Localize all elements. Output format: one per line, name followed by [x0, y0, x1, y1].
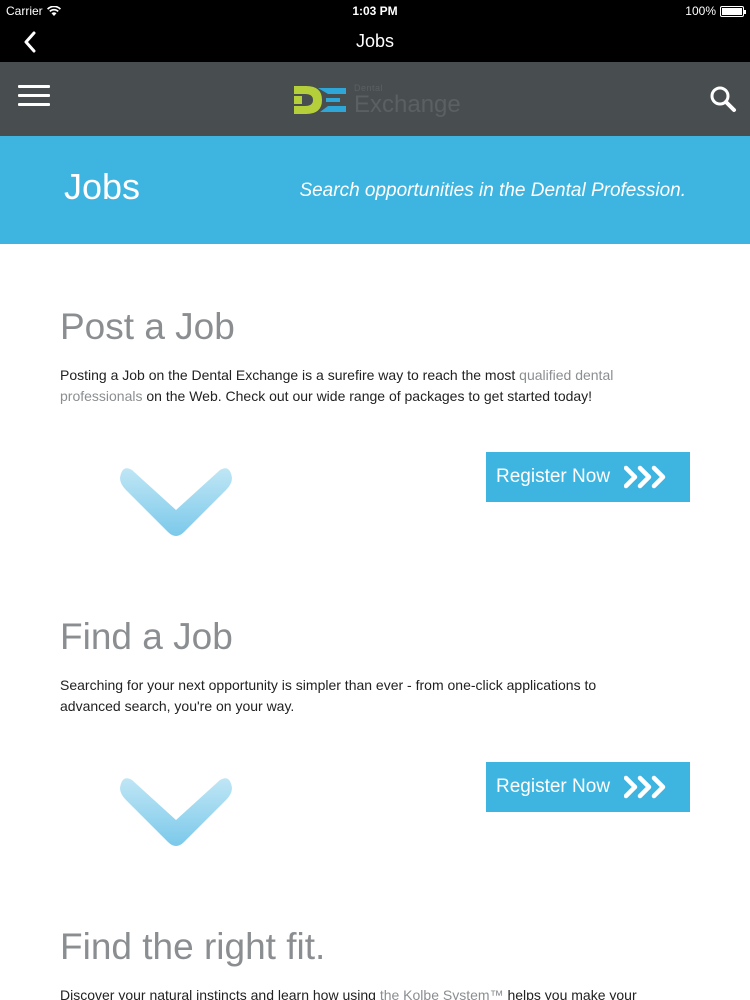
- register-button-label: Register Now: [496, 776, 611, 797]
- dental-exchange-logo[interactable]: Dental Exchange: [292, 78, 461, 122]
- hero-tagline: Search opportunities in the Dental Profe…: [299, 180, 686, 201]
- triple-chevron-right-icon: [624, 775, 666, 799]
- post-job-title: Post a Job: [60, 306, 235, 347]
- chevron-down-icon: [120, 468, 232, 536]
- register-button-label: Register Now: [496, 466, 611, 487]
- triple-chevron-right-icon: [624, 465, 666, 489]
- find-job-text: Searching for your next opportunity is s…: [60, 677, 597, 714]
- logo-mark-icon: [294, 86, 346, 114]
- nav-title: Jobs: [355, 31, 395, 51]
- battery-indicator: 100%: [685, 4, 746, 18]
- post-job-text-2: on the Web. Check out our wide range of …: [142, 388, 593, 404]
- post-job-description: Posting a Job on the Dental Exchange is …: [60, 365, 680, 407]
- find-job-description: Searching for your next opportunity is s…: [60, 675, 640, 717]
- navigation-bar: Jobs: [0, 22, 750, 62]
- right-fit-text-1: Discover your natural instincts and lear…: [60, 987, 380, 1000]
- search-icon: [710, 86, 736, 112]
- kolbe-system-link[interactable]: the Kolbe System™: [380, 987, 504, 1000]
- status-time: 1:03 PM: [352, 4, 398, 18]
- search-button[interactable]: [708, 84, 738, 114]
- logo-big-text: Exchange: [354, 90, 461, 118]
- menu-button[interactable]: [18, 85, 50, 113]
- right-fit-description: Discover your natural instincts and lear…: [60, 985, 680, 1000]
- post-job-text-1: Posting a Job on the Dental Exchange is …: [60, 367, 520, 383]
- find-job-title: Find a Job: [60, 616, 233, 657]
- status-bar: Carrier 1:03 PM 100%: [0, 0, 750, 22]
- battery-percent: 100%: [685, 4, 716, 18]
- post-job-register-button[interactable]: Register Now: [486, 452, 690, 502]
- right-fit-title: Find the right fit.: [60, 926, 326, 967]
- hero-banner: Jobs Search opportunities in the Dental …: [0, 136, 750, 244]
- battery-icon: [720, 5, 746, 17]
- right-fit-text-2: helps you make your: [503, 987, 637, 1000]
- hero-title: Jobs: [64, 166, 141, 207]
- site-header: Dental Exchange: [0, 62, 750, 136]
- find-job-register-button[interactable]: Register Now: [486, 762, 690, 812]
- chevron-down-icon: [120, 778, 232, 846]
